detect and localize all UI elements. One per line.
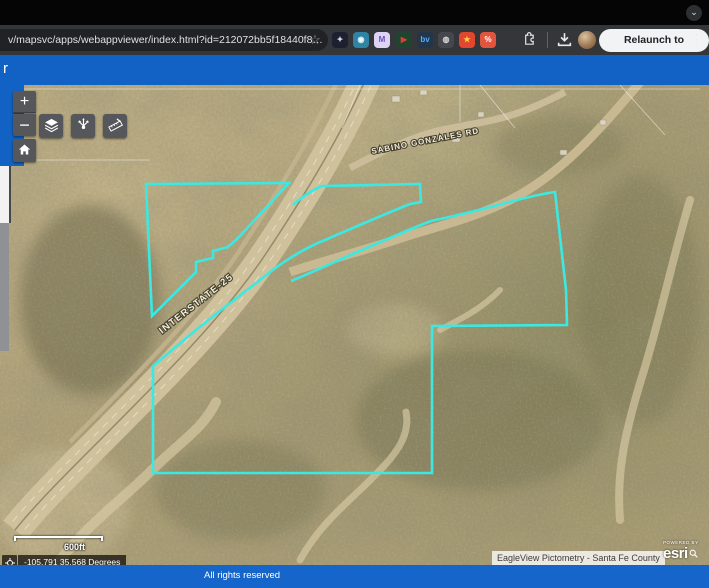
esri-magnifier-icon <box>689 549 698 558</box>
browser-window: ⌄ v/mapsvc/apps/webappviewer/index.html?… <box>0 0 709 588</box>
share-button[interactable] <box>71 114 95 138</box>
extension-icon-5[interactable]: bv <box>417 32 433 48</box>
scale-bar-label: 600ft <box>64 542 85 552</box>
home-extent-button[interactable] <box>13 139 36 162</box>
extension-icon-8[interactable]: % <box>480 32 496 48</box>
layer-list-button[interactable] <box>39 114 63 138</box>
extension-icon-7[interactable]: ★ <box>459 32 475 48</box>
measurement-button[interactable] <box>103 114 127 138</box>
profile-avatar[interactable] <box>578 31 596 49</box>
zoom-in-button[interactable]: + <box>13 91 36 113</box>
browser-toolbar: v/mapsvc/apps/webappviewer/index.html?id… <box>0 25 709 55</box>
page-footer: All rights reserved <box>0 565 709 588</box>
aerial-imagery: INTERSTATE-25 SABINO GONZALES RD <box>0 85 709 565</box>
bookmark-star-icon[interactable]: ☆ <box>305 29 325 51</box>
esri-logo-block: POWERED BYesri <box>663 540 699 563</box>
scale-bar <box>14 536 103 541</box>
map-canvas[interactable]: INTERSTATE-25 SABINO GONZALES RD + − <box>0 85 709 565</box>
download-icon[interactable] <box>556 31 573 48</box>
side-panel-sliver-gray[interactable] <box>0 223 9 351</box>
side-panel-sliver-white[interactable] <box>0 166 11 223</box>
app-title-fragment: r <box>3 60 8 77</box>
extension-icon-1[interactable]: ✦ <box>332 32 348 48</box>
measurement-icon <box>107 116 124 133</box>
chevron-down-icon[interactable]: ⌄ <box>686 5 702 21</box>
extension-icon-3[interactable]: M <box>374 32 390 48</box>
address-bar[interactable]: v/mapsvc/apps/webappviewer/index.html?id… <box>0 29 328 51</box>
zoom-out-button[interactable]: − <box>13 114 36 136</box>
window-titlebar: ⌄ <box>0 0 709 25</box>
share-icon <box>75 116 92 133</box>
layers-icon <box>43 116 60 133</box>
extension-icon-2[interactable]: ◉ <box>353 32 369 48</box>
toolbar-separator <box>547 32 548 48</box>
extension-icon-6[interactable]: ◍ <box>438 32 454 48</box>
webapp-header: r <box>0 55 709 85</box>
terrain <box>0 85 709 565</box>
extension-icon-4[interactable]: ▶ <box>396 32 412 48</box>
extensions-puzzle-icon[interactable] <box>521 31 536 48</box>
map-attribution: EagleView Pictometry - Santa Fe County <box>492 551 665 565</box>
browser-menu-icon[interactable]: ⋮ <box>690 31 703 49</box>
esri-logo: esri <box>663 546 688 561</box>
home-icon <box>17 142 32 157</box>
rights-reserved-text: All rights reserved <box>204 570 280 581</box>
